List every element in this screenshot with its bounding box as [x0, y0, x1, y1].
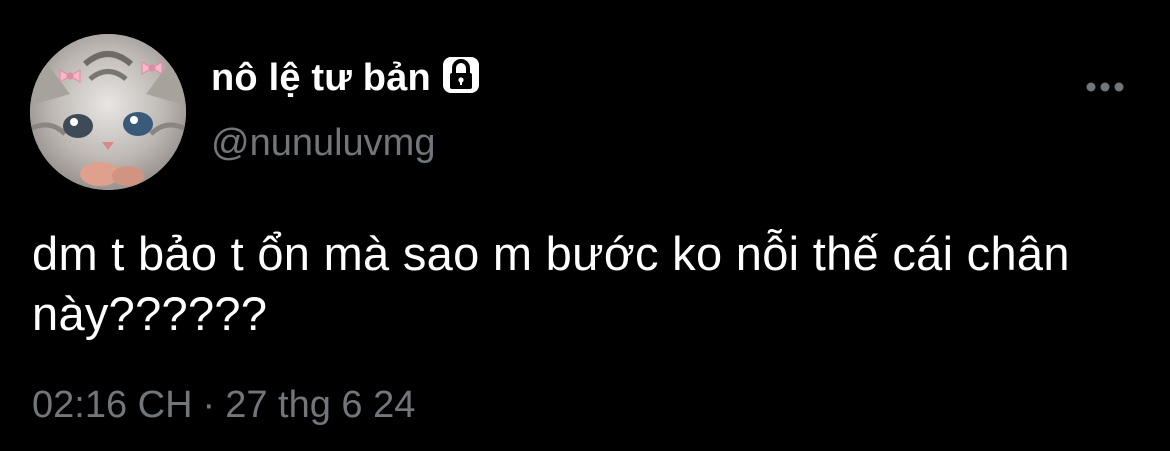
- tweet-card: nô lệ tư bản @nunuluvmg dm t bảo t ổn mà…: [0, 0, 1170, 451]
- timestamp-row[interactable]: 02:16 CH · 27 thg 6 24: [32, 386, 415, 424]
- display-name-row[interactable]: nô lệ tư bản: [211, 52, 481, 104]
- tweet-time[interactable]: 02:16 CH: [32, 384, 193, 426]
- more-options-button[interactable]: [1080, 72, 1130, 102]
- tweet-text: dm t bảo t ổn mà sao m bước ko nỗi thế c…: [32, 227, 1070, 340]
- kitten-avatar-icon: [30, 34, 186, 190]
- display-name[interactable]: nô lệ tư bản: [211, 59, 431, 97]
- avatar[interactable]: [30, 34, 186, 190]
- tweet-date[interactable]: 27 thg 6 24: [225, 384, 415, 426]
- user-handle[interactable]: @nunuluvmg: [211, 124, 435, 162]
- timestamp-separator: ·: [202, 384, 216, 426]
- more-dots-icon: [1086, 82, 1124, 92]
- lock-icon: [441, 55, 481, 95]
